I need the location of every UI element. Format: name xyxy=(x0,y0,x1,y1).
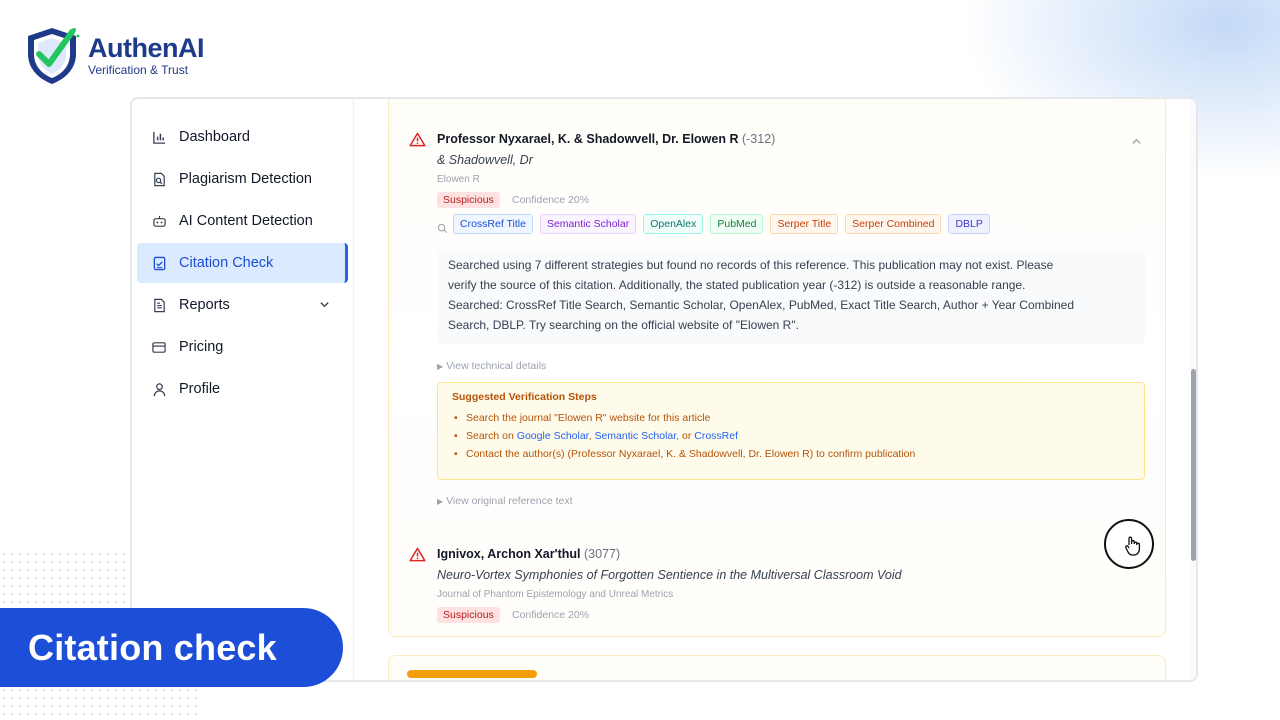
citation-title: & Shadowvell, Dr xyxy=(437,153,533,167)
source-tag: Serper Title xyxy=(770,214,839,234)
source-tag: DBLP xyxy=(948,214,990,234)
semantic-scholar-link[interactable]: Semantic Scholar xyxy=(594,430,676,442)
app-window: Dashboard Plagiarism Detection AI Conten… xyxy=(130,97,1198,682)
robot-icon xyxy=(151,213,167,229)
source-tag: OpenAlex xyxy=(643,214,704,234)
triangle-right-icon: ▶ xyxy=(437,497,444,506)
step-item: Search the journal "Elowen R" website fo… xyxy=(452,409,1130,427)
caption-text: Citation check xyxy=(28,626,277,668)
source-tag: Semantic Scholar xyxy=(539,214,637,234)
sidebar-item-label: Profile xyxy=(179,381,221,397)
citation-authors: Professor Nyxarael, K. & Shadowvell, Dr.… xyxy=(437,132,775,146)
step-text: Search on xyxy=(466,430,517,442)
toggle-label: View technical details xyxy=(446,360,547,372)
toggle-label: View original reference text xyxy=(446,495,573,507)
cursor-highlight xyxy=(1104,519,1154,569)
original-reference-toggle[interactable]: ▶ View original reference text xyxy=(437,495,573,507)
citation-year: (3077) xyxy=(583,547,621,561)
sidebar-item-label: Dashboard xyxy=(179,129,250,145)
warning-icon xyxy=(409,132,426,152)
brand-tagline: Verification & Trust xyxy=(88,62,189,77)
source-tags: CrossRef Title Semantic Scholar OpenAlex… xyxy=(453,214,990,234)
source-tag: CrossRef Title xyxy=(453,214,533,234)
sidebar-nav: Dashboard Plagiarism Detection AI Conten… xyxy=(137,117,348,411)
triangle-right-icon: ▶ xyxy=(437,362,444,371)
technical-details-toggle[interactable]: ▶ View technical details xyxy=(437,360,546,372)
sidebar: Dashboard Plagiarism Detection AI Conten… xyxy=(132,99,354,680)
brand-name: AuthenAI xyxy=(88,32,204,63)
citation-title: Neuro-Vortex Symphonies of Forgotten Sen… xyxy=(437,568,902,582)
source-tag: Serper Combined xyxy=(845,214,942,234)
sidebar-item-pricing[interactable]: Pricing xyxy=(137,327,348,367)
scrollbar-thumb[interactable] xyxy=(1191,369,1196,561)
step-item: Contact the author(s) (Professor Nyxarae… xyxy=(452,445,1130,463)
report-icon xyxy=(151,297,167,313)
scrollbar[interactable] xyxy=(1190,99,1196,680)
sidebar-item-dashboard[interactable]: Dashboard xyxy=(137,117,348,157)
google-scholar-link[interactable]: Google Scholar xyxy=(517,430,589,442)
sidebar-item-label: AI Content Detection xyxy=(179,213,313,229)
sidebar-item-plagiarism[interactable]: Plagiarism Detection xyxy=(137,159,348,199)
collapse-chevron-icon[interactable] xyxy=(1131,134,1142,152)
confidence-text: Confidence 20% xyxy=(512,609,590,621)
step-item: Search on Google Scholar, Semantic Schol… xyxy=(452,427,1130,445)
document-search-icon xyxy=(151,171,167,187)
card-header-bar xyxy=(407,670,537,678)
verification-message: Searched using 7 different strategies bu… xyxy=(437,250,1145,344)
confidence-text: Confidence 20% xyxy=(512,194,590,206)
sidebar-item-label: Pricing xyxy=(179,339,224,355)
sidebar-item-label: Citation Check xyxy=(179,255,274,271)
citation-card xyxy=(388,655,1166,680)
clipboard-check-icon xyxy=(151,255,167,271)
citation-card: Professor Nyxarael, K. & Shadowvell, Dr.… xyxy=(388,99,1166,637)
citation-journal: Journal of Phantom Epistemology and Unre… xyxy=(437,589,674,600)
source-tag: PubMed xyxy=(710,214,764,234)
authors-text: Professor Nyxarael, K. & Shadowvell, Dr.… xyxy=(437,132,739,146)
message-line: Search, DBLP. Try searching on the offic… xyxy=(448,318,799,332)
verification-steps: Suggested Verification Steps Search the … xyxy=(437,382,1145,480)
bar-chart-icon xyxy=(151,129,167,145)
hand-cursor-icon xyxy=(1125,536,1141,556)
authors-text: Ignivox, Archon Xar'thul xyxy=(437,547,581,561)
message-line: Searched: CrossRef Title Search, Semanti… xyxy=(448,298,1074,312)
search-icon xyxy=(437,221,448,239)
status-badge: Suspicious xyxy=(437,192,500,208)
crossref-link[interactable]: CrossRef xyxy=(694,430,738,442)
step-text: , or xyxy=(676,430,695,442)
sidebar-item-profile[interactable]: Profile xyxy=(137,369,348,409)
sidebar-item-label: Plagiarism Detection xyxy=(179,171,312,187)
main-content: Professor Nyxarael, K. & Shadowvell, Dr.… xyxy=(354,99,1196,680)
citation-authors: Ignivox, Archon Xar'thul (3077) xyxy=(437,547,620,561)
message-line: Searched using 7 different strategies bu… xyxy=(448,258,1054,272)
sidebar-item-label: Reports xyxy=(179,297,230,313)
steps-title: Suggested Verification Steps xyxy=(452,391,597,403)
shield-check-icon xyxy=(28,28,80,84)
status-badge: Suspicious xyxy=(437,607,500,623)
user-icon xyxy=(151,381,167,397)
message-line: verify the source of this citation. Addi… xyxy=(448,278,1026,292)
caption-banner: Citation check xyxy=(0,608,343,687)
citation-year: (-312) xyxy=(741,132,776,146)
warning-icon xyxy=(409,547,426,567)
citation-journal: Elowen R xyxy=(437,174,480,185)
sidebar-item-citation-check[interactable]: Citation Check xyxy=(137,243,348,283)
credit-card-icon xyxy=(151,339,167,355)
sidebar-item-ai-content[interactable]: AI Content Detection xyxy=(137,201,348,241)
brand-logo: AuthenAI Verification & Trust xyxy=(22,24,204,86)
sidebar-item-reports[interactable]: Reports xyxy=(137,285,348,325)
chevron-down-icon[interactable] xyxy=(319,298,330,314)
